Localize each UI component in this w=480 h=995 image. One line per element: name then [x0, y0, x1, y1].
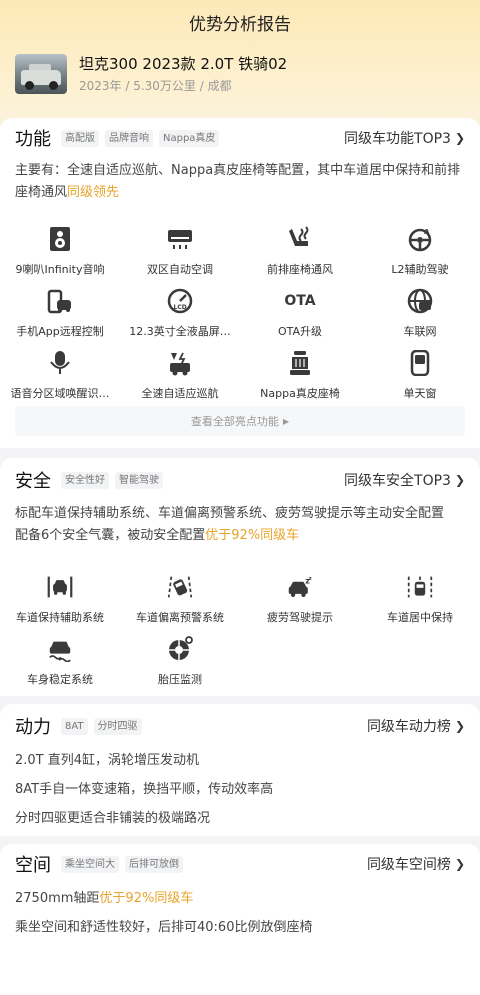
feature-item[interactable]: 车联网 — [360, 288, 480, 350]
stability-control-icon — [47, 636, 73, 662]
safety-tag: 智能驾驶 — [115, 471, 163, 489]
speaker-icon — [47, 226, 73, 252]
car-name: 坦克300 2023款 2.0T 铁骑02 — [79, 55, 288, 73]
chevron-right-icon: ❯ — [454, 719, 465, 733]
sunroof-icon — [407, 350, 433, 376]
adaptive-cruise-icon — [167, 350, 193, 376]
feature-item[interactable]: 语音分区域唤醒识… — [0, 350, 120, 412]
air-conditioner-icon — [167, 226, 193, 252]
car-thumbnail — [15, 54, 67, 94]
microphone-icon — [47, 350, 73, 376]
feature-item[interactable]: OTA OTA升级 — [240, 288, 360, 350]
svg-text:z: z — [309, 576, 312, 582]
feature-item[interactable]: Nappa真皮座椅 — [240, 350, 360, 412]
safety-summary: 标配车道保持辅助系统、车道偏离预警系统、疲劳驾驶提示等主动安全配置 配备6个安全… — [15, 506, 445, 543]
features-title: 功能 — [15, 129, 51, 150]
feature-item[interactable]: 手机App远程控制 — [0, 288, 120, 350]
feature-item[interactable]: 前排座椅通风 — [240, 226, 360, 288]
leather-seat-icon — [287, 350, 313, 376]
space-tag: 后排可放倒 — [125, 855, 183, 873]
connected-car-icon — [407, 288, 433, 314]
feature-item[interactable]: 全速自适应巡航 — [120, 350, 240, 412]
feature-item[interactable]: 单天窗 — [360, 350, 480, 412]
safety-item[interactable]: 车道保持辅助系统 — [0, 574, 120, 636]
svg-text:A: A — [424, 228, 430, 236]
chevron-right-icon: ❯ — [454, 473, 465, 487]
feature-item[interactable]: A L2辅助驾驶 — [360, 226, 480, 288]
feature-item[interactable]: 9喇叭Infinity音响 — [0, 226, 120, 288]
assisted-driving-icon: A — [407, 226, 433, 252]
feature-item[interactable]: 双区自动空调 — [120, 226, 240, 288]
phone-remote-icon — [47, 288, 73, 314]
tire-pressure-icon — [167, 636, 193, 662]
safety-title: 安全 — [15, 471, 51, 492]
power-tag: 8AT — [61, 717, 88, 735]
safety-top3-link[interactable]: 同级车安全TOP3 ❯ — [344, 470, 465, 490]
car-summary[interactable]: 坦克300 2023款 2.0T 铁骑02 2023年 / 5.30万公里 / … — [15, 52, 465, 96]
space-card: 空间 乘坐空间大 后排可放倒 同级车空间榜 ❯ 2750mm轴距优于92%同级车 … — [0, 844, 480, 995]
power-tag: 分时四驱 — [93, 717, 142, 735]
safety-tag: 安全性好 — [61, 471, 109, 489]
safety-item[interactable]: 车道偏离预警系统 — [120, 574, 240, 636]
safety-item[interactable]: 车道居中保持 — [360, 574, 480, 636]
car-meta: 2023年 / 5.30万公里 / 成都 — [79, 79, 232, 93]
feature-item[interactable]: LCD 12.3英寸全液晶屏… — [120, 288, 240, 350]
see-all-features-button[interactable]: 查看全部亮点功能 ▶ — [15, 406, 465, 436]
features-card: 功能 高配版 品牌音响 Nappa真皮 同级车功能TOP3 ❯ 主要有：全速自适应… — [0, 118, 480, 448]
triangle-right-icon: ▶ — [282, 416, 290, 426]
power-title: 动力 — [15, 717, 51, 738]
lane-departure-icon — [167, 574, 193, 600]
lane-centering-icon — [407, 574, 433, 600]
safety-item[interactable]: 车身稳定系统 — [0, 636, 120, 698]
page-title: 优势分析报告 — [189, 14, 291, 35]
space-details: 2750mm轴距优于92%同级车 乘坐空间和舒适性较好，后排可40:60比例放倒… — [15, 891, 313, 935]
features-tag: 高配版 — [61, 129, 99, 147]
features-grid: 9喇叭Infinity音响 双区自动空调 前排座椅通风 A L2辅助驾驶 手机A — [0, 226, 480, 412]
features-summary: 主要有：全速自适应巡航、Nappa真皮座椅等配置，其中车道居中保持和前排座椅通风… — [15, 163, 461, 200]
features-tag: Nappa真皮 — [159, 129, 220, 147]
svg-text:LCD: LCD — [174, 304, 187, 311]
safety-item[interactable]: 胎压监测 — [120, 636, 240, 698]
features-tag: 品牌音响 — [105, 129, 153, 147]
safety-item[interactable]: zz 疲劳驾驶提示 — [240, 574, 360, 636]
lcd-gauge-icon: LCD — [167, 288, 193, 314]
space-tag: 乘坐空间大 — [61, 855, 119, 873]
ota-icon: OTA — [284, 293, 316, 309]
power-details: 2.0T 直列4缸，涡轮增压发动机 8AT手自一体变速箱，换挡平顺，传动效率高 … — [15, 753, 274, 826]
safety-grid: 车道保持辅助系统 车道偏离预警系统 zz 疲劳驾驶提示 车道居中保持 车身稳定系… — [0, 574, 480, 698]
power-card: 动力 8AT 分时四驱 同级车动力榜 ❯ 2.0T 直列4缸，涡轮增压发动机 8A… — [0, 704, 480, 836]
power-ranking-link[interactable]: 同级车动力榜 ❯ — [367, 716, 465, 736]
safety-card: 安全 安全性好 智能驾驶 同级车安全TOP3 ❯ 标配车道保持辅助系统、车道偏离预… — [0, 458, 480, 696]
space-title: 空间 — [15, 855, 51, 876]
chevron-right-icon: ❯ — [454, 857, 465, 871]
chevron-right-icon: ❯ — [454, 131, 465, 145]
lane-keep-icon — [47, 574, 73, 600]
features-top3-link[interactable]: 同级车功能TOP3 ❯ — [344, 128, 465, 148]
space-ranking-link[interactable]: 同级车空间榜 ❯ — [367, 854, 465, 874]
seat-ventilation-icon — [287, 226, 313, 252]
fatigue-alert-icon: zz — [287, 574, 313, 600]
